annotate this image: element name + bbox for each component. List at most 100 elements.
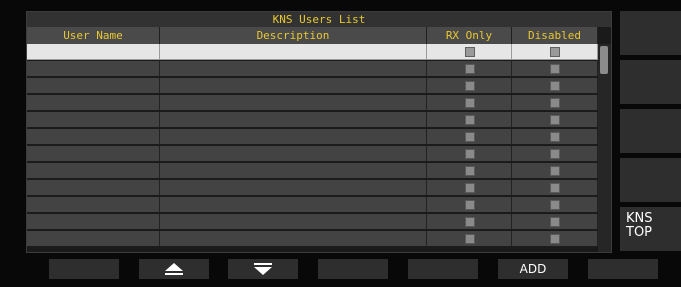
side-key-3[interactable] (620, 109, 681, 153)
user-name-cell[interactable] (27, 197, 160, 213)
function-key-4[interactable] (318, 259, 388, 279)
description-cell[interactable] (160, 129, 427, 145)
function-key-7[interactable] (588, 259, 658, 279)
disabled-cell[interactable] (512, 61, 598, 77)
kns-top-button[interactable]: KNS TOP (620, 207, 681, 251)
rx-only-checkbox[interactable] (465, 98, 475, 108)
user-name-cell[interactable] (27, 129, 160, 145)
disabled-checkbox[interactable] (550, 183, 560, 193)
rx-only-checkbox[interactable] (465, 183, 475, 193)
scroll-up-button[interactable] (139, 259, 209, 279)
user-name-cell[interactable] (27, 78, 160, 94)
rx-only-cell[interactable] (427, 95, 512, 111)
rx-only-checkbox[interactable] (465, 115, 475, 125)
description-cell[interactable] (160, 146, 427, 162)
rx-only-checkbox[interactable] (465, 81, 475, 91)
rx-only-cell[interactable] (427, 146, 512, 162)
disabled-cell[interactable] (512, 214, 598, 230)
table-row[interactable] (27, 44, 598, 61)
side-key-2[interactable] (620, 60, 681, 104)
disabled-checkbox[interactable] (550, 132, 560, 142)
disabled-cell[interactable] (512, 197, 598, 213)
rx-only-cell[interactable] (427, 163, 512, 179)
rx-only-checkbox[interactable] (465, 200, 475, 210)
table-row[interactable] (27, 231, 598, 248)
rx-only-checkbox[interactable] (465, 217, 475, 227)
disabled-cell[interactable] (512, 146, 598, 162)
table-row[interactable] (27, 78, 598, 95)
table-row[interactable] (27, 180, 598, 197)
table-scrollbar[interactable] (598, 44, 611, 252)
rx-only-checkbox[interactable] (465, 132, 475, 142)
user-name-cell[interactable] (27, 146, 160, 162)
user-name-cell[interactable] (27, 180, 160, 196)
column-header-user-name[interactable]: User Name (27, 27, 160, 44)
function-key-1[interactable] (49, 259, 119, 279)
scrollbar-thumb[interactable] (600, 46, 608, 74)
table-row[interactable] (27, 163, 598, 180)
disabled-cell[interactable] (512, 78, 598, 94)
column-header-disabled[interactable]: Disabled (512, 27, 598, 44)
disabled-cell[interactable] (512, 95, 598, 111)
disabled-cell[interactable] (512, 163, 598, 179)
description-cell[interactable] (160, 78, 427, 94)
disabled-checkbox[interactable] (550, 200, 560, 210)
table-row[interactable] (27, 95, 598, 112)
rx-only-cell[interactable] (427, 129, 512, 145)
user-name-cell[interactable] (27, 95, 160, 111)
function-key-5[interactable] (408, 259, 478, 279)
description-cell[interactable] (160, 61, 427, 77)
description-cell[interactable] (160, 231, 427, 247)
rx-only-checkbox[interactable] (465, 166, 475, 176)
disabled-checkbox[interactable] (550, 234, 560, 244)
disabled-checkbox[interactable] (550, 217, 560, 227)
user-name-cell[interactable] (27, 231, 160, 247)
description-cell[interactable] (160, 112, 427, 128)
disabled-cell[interactable] (512, 112, 598, 128)
disabled-cell[interactable] (512, 180, 598, 196)
description-cell[interactable] (160, 44, 427, 60)
disabled-checkbox[interactable] (550, 98, 560, 108)
rx-only-cell[interactable] (427, 78, 512, 94)
rx-only-checkbox[interactable] (465, 47, 475, 57)
description-cell[interactable] (160, 95, 427, 111)
disabled-cell[interactable] (512, 231, 598, 247)
column-header-rx-only[interactable]: RX Only (427, 27, 512, 44)
column-header-description[interactable]: Description (160, 27, 427, 44)
description-cell[interactable] (160, 180, 427, 196)
add-button[interactable]: ADD (498, 259, 568, 279)
side-key-1[interactable] (620, 11, 681, 55)
side-key-4[interactable] (620, 158, 681, 202)
disabled-cell[interactable] (512, 129, 598, 145)
rx-only-cell[interactable] (427, 231, 512, 247)
rx-only-checkbox[interactable] (465, 234, 475, 244)
rx-only-cell[interactable] (427, 44, 512, 60)
rx-only-cell[interactable] (427, 197, 512, 213)
user-name-cell[interactable] (27, 44, 160, 60)
disabled-checkbox[interactable] (550, 166, 560, 176)
disabled-cell[interactable] (512, 44, 598, 60)
user-name-cell[interactable] (27, 112, 160, 128)
disabled-checkbox[interactable] (550, 47, 560, 57)
disabled-checkbox[interactable] (550, 115, 560, 125)
description-cell[interactable] (160, 197, 427, 213)
table-row[interactable] (27, 61, 598, 78)
table-row[interactable] (27, 112, 598, 129)
table-row[interactable] (27, 214, 598, 231)
rx-only-cell[interactable] (427, 112, 512, 128)
scroll-down-button[interactable] (228, 259, 298, 279)
table-row[interactable] (27, 197, 598, 214)
description-cell[interactable] (160, 163, 427, 179)
disabled-checkbox[interactable] (550, 64, 560, 74)
rx-only-checkbox[interactable] (465, 149, 475, 159)
table-row[interactable] (27, 129, 598, 146)
rx-only-cell[interactable] (427, 180, 512, 196)
rx-only-cell[interactable] (427, 214, 512, 230)
rx-only-cell[interactable] (427, 61, 512, 77)
table-row[interactable] (27, 146, 598, 163)
disabled-checkbox[interactable] (550, 149, 560, 159)
rx-only-checkbox[interactable] (465, 64, 475, 74)
user-name-cell[interactable] (27, 214, 160, 230)
disabled-checkbox[interactable] (550, 81, 560, 91)
description-cell[interactable] (160, 214, 427, 230)
